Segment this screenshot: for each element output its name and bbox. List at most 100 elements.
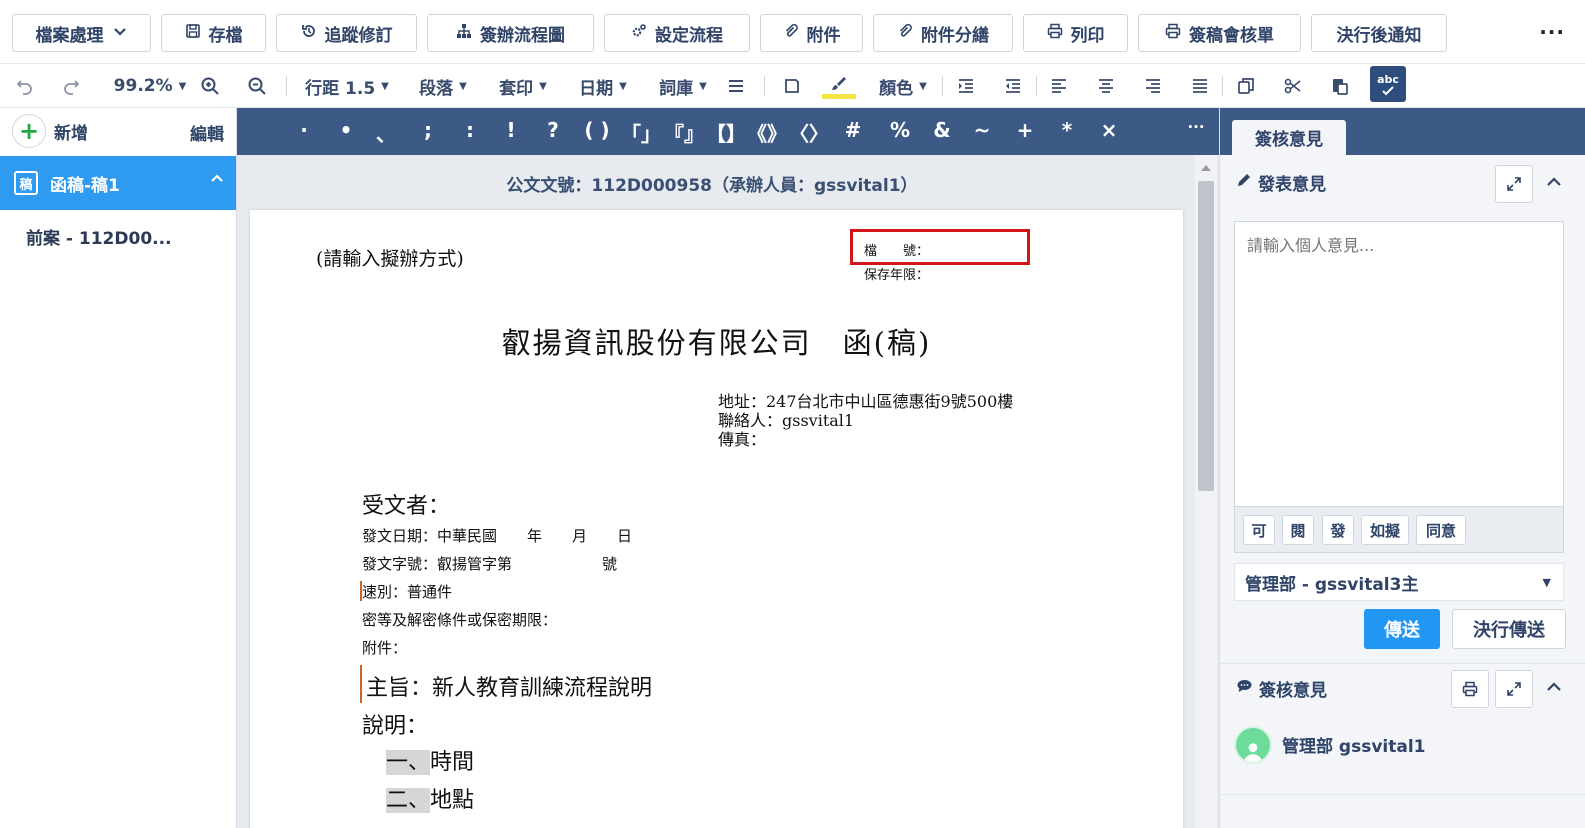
edit-button[interactable]: 編輯	[190, 120, 224, 145]
symbol-button[interactable]: ~	[962, 118, 1002, 142]
explanation-item[interactable]: 二、地點	[386, 782, 474, 814]
document-page[interactable]: (請輸入擬辦方式) 檔 號： 保存年限： 叡揚資訊股份有限公司 函(稿) 地址：…	[250, 210, 1183, 828]
zoom-select[interactable]: 99.2% ▼	[112, 72, 188, 100]
symbol-button[interactable]: #	[833, 118, 873, 142]
send-button[interactable]: 傳送	[1364, 609, 1440, 649]
opinion-input[interactable]	[1234, 221, 1564, 507]
issue-date-field[interactable]: 發文日期：中華民國 年 月 日	[362, 525, 632, 546]
speed-field[interactable]: 速別：普通件	[362, 581, 452, 602]
chevron-up-icon[interactable]	[210, 172, 224, 190]
previous-case-link[interactable]: 前案 - 112D00...	[26, 224, 172, 249]
symbol-button[interactable]: ( )	[577, 118, 617, 142]
zoom-in-icon[interactable]	[198, 72, 222, 100]
align-center-icon[interactable]	[1094, 72, 1118, 100]
symbol-button[interactable]: 《》	[747, 118, 787, 147]
file-menu-button[interactable]: 檔案處理	[12, 14, 151, 52]
symbol-button[interactable]: ;	[408, 118, 448, 142]
outdent-icon[interactable]	[1001, 72, 1025, 100]
chevron-up-icon[interactable]	[1546, 174, 1562, 194]
symbol-button[interactable]: 『』	[664, 118, 704, 147]
chevron-up-icon[interactable]	[1546, 679, 1562, 699]
symbol-button[interactable]: &	[922, 118, 962, 142]
department-select[interactable]: 管理部 - gssvital3主 ▼	[1234, 563, 1564, 601]
quick-phrase-button[interactable]: 可	[1243, 515, 1275, 545]
date-select[interactable]: 日期 ▼	[574, 72, 632, 100]
spell-check-label: abc	[1377, 72, 1399, 86]
symbol-button[interactable]: ×	[1089, 118, 1129, 142]
track-changes-button[interactable]: 追蹤修訂	[276, 14, 417, 52]
attachments-field[interactable]: 附件：	[362, 637, 407, 658]
editor-scrollbar[interactable]	[1195, 155, 1217, 828]
add-document-button[interactable]: + 新增	[12, 114, 88, 148]
zoom-out-icon[interactable]	[245, 72, 269, 100]
quick-phrase-button[interactable]: 同意	[1416, 515, 1466, 545]
subject-field[interactable]: 主旨：新人教育訓練流程說明	[366, 670, 652, 702]
scissors-icon[interactable]	[1281, 72, 1305, 100]
expand-icon[interactable]	[1495, 165, 1533, 203]
scrollbar-thumb[interactable]	[1198, 181, 1214, 491]
font-color-select[interactable]: 顏色 ▼	[874, 72, 932, 100]
more-menu-icon[interactable]: ···	[1539, 20, 1565, 44]
symbol-button[interactable]: !	[491, 118, 531, 142]
spell-check-button[interactable]: abc	[1370, 66, 1406, 102]
retention-period-field[interactable]: 保存年限：	[864, 264, 929, 283]
quick-phrase-button[interactable]: 如擬	[1361, 515, 1409, 545]
explanation-item[interactable]: 一、時間	[386, 744, 474, 776]
symbol-button[interactable]: •	[326, 118, 366, 142]
highlight-brush-icon[interactable]	[820, 72, 858, 100]
mail-merge-select[interactable]: 套印 ▼	[494, 72, 552, 100]
attachment-label: 附件	[806, 25, 841, 46]
eraser-icon[interactable]	[780, 72, 804, 100]
dispose-method-field[interactable]: (請輸入擬辦方式)	[316, 244, 464, 271]
symbol-button[interactable]: +	[1005, 118, 1045, 142]
attachment-split-label: 附件分繕	[921, 25, 989, 46]
expand-icon[interactable]	[1495, 670, 1533, 708]
printer-icon[interactable]	[1451, 670, 1489, 708]
symbol-button[interactable]: ?	[533, 118, 573, 142]
plus-icon: +	[12, 114, 46, 148]
add-label: 新增	[54, 123, 88, 144]
quick-phrase-button[interactable]: 閱	[1282, 515, 1314, 545]
symbol-button[interactable]: :	[450, 118, 490, 142]
notify-after-decision-button[interactable]: 決行後通知	[1311, 14, 1447, 52]
tab-review-opinions[interactable]: 簽核意見	[1232, 120, 1346, 155]
align-justify-icon[interactable]	[1188, 72, 1212, 100]
list-icon[interactable]	[724, 72, 748, 100]
more-symbols-icon[interactable]: ···	[1176, 118, 1216, 136]
print-review-sheet-button[interactable]: 簽稿會核單	[1138, 14, 1301, 52]
symbol-button[interactable]: *	[1047, 118, 1087, 142]
copy-icon[interactable]	[1234, 72, 1258, 100]
flow-chart-button[interactable]: 簽辦流程圖	[427, 14, 594, 52]
save-button[interactable]: 存檔	[161, 14, 266, 52]
secrecy-field[interactable]: 密等及解密條件或保密期限：	[362, 609, 557, 630]
line-spacing-select[interactable]: 行距 1.5 ▼	[302, 72, 392, 100]
final-send-button[interactable]: 決行傳送	[1452, 609, 1566, 649]
issue-serial-field[interactable]: 發文字號：叡揚管字第 號	[362, 553, 617, 574]
paste-icon[interactable]	[1328, 72, 1352, 100]
set-flow-button[interactable]: 設定流程	[604, 14, 750, 52]
attachment-button[interactable]: 附件	[760, 14, 863, 52]
post-opinion-heading: 發表意見	[1236, 170, 1326, 195]
symbol-button[interactable]: %	[880, 118, 920, 142]
align-right-icon[interactable]	[1141, 72, 1165, 100]
redo-icon[interactable]	[58, 72, 84, 100]
post-opinion-label: 發表意見	[1258, 175, 1326, 195]
symbol-button[interactable]: 【】	[706, 118, 746, 147]
document-item-current[interactable]: 稿 函稿-稿1	[0, 156, 236, 210]
revision-marker	[360, 665, 362, 703]
symbol-button[interactable]: 「」	[621, 118, 661, 147]
phrase-bank-select[interactable]: 詞庫 ▼	[654, 72, 712, 100]
align-left-icon[interactable]	[1047, 72, 1071, 100]
recipient-field[interactable]: 受文者：	[362, 488, 450, 520]
symbol-button[interactable]: ·	[284, 118, 324, 142]
print-button[interactable]: 列印	[1023, 14, 1128, 52]
indent-icon[interactable]	[954, 72, 978, 100]
quick-phrase-button[interactable]: 發	[1322, 515, 1354, 545]
file-number-field[interactable]: 檔 號：	[864, 240, 929, 259]
undo-icon[interactable]	[12, 72, 38, 100]
scroll-up-arrow-icon[interactable]	[1201, 165, 1211, 171]
symbol-button[interactable]: 、	[366, 118, 406, 147]
symbol-button[interactable]: 〈〉	[789, 118, 829, 147]
paragraph-select[interactable]: 段落 ▼	[414, 72, 472, 100]
attachment-split-button[interactable]: 附件分繕	[873, 14, 1013, 52]
